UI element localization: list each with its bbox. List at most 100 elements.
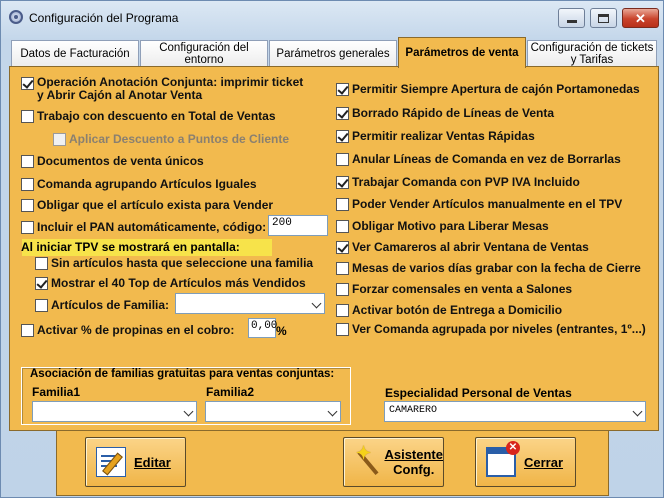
option-label: Forzar comensales en venta a Salones bbox=[352, 282, 573, 296]
familia2-label: Familia2 bbox=[206, 385, 255, 399]
chevron-down-icon bbox=[632, 406, 643, 417]
option-comanda-agrupando[interactable]: Comanda agrupando Artículos Iguales bbox=[21, 177, 257, 191]
option-right-6[interactable]: Obligar Motivo para Liberar Mesas bbox=[336, 219, 549, 233]
asistente-label-line1: Asistente bbox=[384, 447, 443, 462]
edit-icon bbox=[96, 447, 126, 477]
editar-label: Editar bbox=[134, 454, 171, 470]
tab-configuracion-tickets[interactable]: Configuración de tickets y Tarifas bbox=[527, 40, 657, 67]
pan-code-input[interactable]: 200 bbox=[268, 215, 328, 236]
checkbox[interactable] bbox=[336, 83, 349, 96]
option-right-1[interactable]: Borrado Rápido de Líneas de Venta bbox=[336, 106, 554, 120]
checkbox[interactable] bbox=[336, 262, 349, 275]
checkbox[interactable] bbox=[336, 153, 349, 166]
asistente-label: Asistente Confg. bbox=[384, 447, 443, 477]
close-icon: ✕ bbox=[635, 10, 646, 26]
cerrar-label: Cerrar bbox=[524, 454, 564, 470]
option-right-10[interactable]: Activar botón de Entrega a Domicilio bbox=[336, 303, 562, 317]
tab-configuracion-entorno[interactable]: Configuración del entorno bbox=[140, 40, 268, 67]
checkbox[interactable] bbox=[336, 130, 349, 143]
checkbox[interactable] bbox=[336, 283, 349, 296]
option-articulos-familia[interactable]: Artículos de Familia: bbox=[35, 298, 169, 312]
parametros-venta-panel: Operación Anotación Conjunta: imprimir t… bbox=[9, 66, 659, 431]
option-right-3[interactable]: Anular Líneas de Comanda en vez de Borra… bbox=[336, 152, 621, 166]
checkbox[interactable] bbox=[21, 77, 34, 90]
option-right-2[interactable]: Permitir realizar Ventas Rápidas bbox=[336, 129, 535, 143]
checkbox[interactable] bbox=[336, 220, 349, 233]
option-label: Documentos de venta únicos bbox=[37, 154, 204, 168]
checkbox[interactable] bbox=[336, 176, 349, 189]
checkbox[interactable] bbox=[35, 277, 48, 290]
familias-group-title: Asociación de familias gratuitas para ve… bbox=[30, 368, 335, 380]
especialidad-select[interactable]: CAMARERO bbox=[384, 401, 646, 422]
option-label: Aplicar Descuento a Puntos de Cliente bbox=[69, 132, 290, 146]
checkbox[interactable] bbox=[21, 155, 34, 168]
maximize-icon bbox=[598, 13, 609, 23]
checkbox[interactable] bbox=[35, 299, 48, 312]
close-window-button[interactable]: ✕ bbox=[622, 8, 659, 28]
app-icon bbox=[9, 10, 23, 24]
option-label: Permitir realizar Ventas Rápidas bbox=[352, 129, 535, 143]
option-label: Borrado Rápido de Líneas de Venta bbox=[352, 106, 555, 120]
checkbox[interactable] bbox=[336, 107, 349, 120]
option-label: Mostrar el 40 Top de Artículos más Vendi… bbox=[51, 276, 306, 290]
option-trabajo-descuento[interactable]: Trabajo con descuento en Total de Ventas bbox=[21, 109, 276, 123]
checkbox[interactable] bbox=[21, 110, 34, 123]
checkbox[interactable] bbox=[336, 241, 349, 254]
option-label: Activar % de propinas en el cobro: bbox=[37, 323, 235, 337]
checkbox[interactable] bbox=[35, 257, 48, 270]
option-right-5[interactable]: Poder Vender Artículos manualmente en el… bbox=[336, 197, 622, 211]
tab-datos-facturacion[interactable]: Datos de Facturación bbox=[11, 40, 139, 67]
chevron-down-icon bbox=[311, 298, 322, 309]
cerrar-button[interactable]: Cerrar bbox=[475, 437, 576, 487]
option-label: Poder Vender Artículos manualmente en el… bbox=[352, 197, 623, 211]
option-obligar-articulo[interactable]: Obligar que el artículo exista para Vend… bbox=[21, 198, 273, 212]
option-operacion-conjunta[interactable]: Operación Anotación Conjunta: imprimir t… bbox=[21, 76, 311, 102]
percent-sign: % bbox=[276, 324, 287, 338]
checkbox[interactable] bbox=[336, 323, 349, 336]
window-title: Configuración del Programa bbox=[29, 11, 179, 25]
option-label: Sin artículos hasta que seleccione una f… bbox=[51, 256, 314, 270]
familia-select[interactable] bbox=[175, 293, 325, 314]
option-label: Operación Anotación Conjunta: imprimir t… bbox=[37, 75, 304, 102]
option-incluir-pan[interactable]: Incluir el PAN automáticamente, código: bbox=[21, 220, 266, 234]
option-right-7[interactable]: Ver Camareros al abrir Ventana de Ventas bbox=[336, 240, 589, 254]
option-documentos-unicos[interactable]: Documentos de venta únicos bbox=[21, 154, 204, 168]
option-right-0[interactable]: Permitir Siempre Apertura de cajón Porta… bbox=[336, 82, 640, 96]
option-right-11[interactable]: Ver Comanda agrupada por niveles (entran… bbox=[336, 322, 646, 336]
propinas-input[interactable]: 0,00 bbox=[248, 318, 277, 338]
minimize-icon bbox=[566, 19, 577, 23]
option-label: Mesas de varios días grabar con la fecha… bbox=[352, 261, 641, 275]
familia2-select[interactable] bbox=[205, 401, 341, 422]
tab-parametros-generales[interactable]: Parámetros generales bbox=[269, 40, 397, 67]
close-window-icon bbox=[486, 441, 520, 477]
option-right-9[interactable]: Forzar comensales en venta a Salones bbox=[336, 282, 572, 296]
editar-button[interactable]: Editar bbox=[85, 437, 186, 487]
checkbox[interactable] bbox=[21, 199, 34, 212]
option-label: Incluir el PAN automáticamente, código: bbox=[37, 220, 267, 234]
option-right-4[interactable]: Trabajar Comanda con PVP IVA Incluido bbox=[336, 175, 580, 189]
asistente-button[interactable]: Asistente Confg. bbox=[343, 437, 444, 487]
checkbox[interactable] bbox=[21, 324, 34, 337]
title-bar: Configuración del Programa ✕ bbox=[1, 1, 663, 33]
minimize-button[interactable] bbox=[558, 8, 585, 28]
checkbox[interactable] bbox=[336, 304, 349, 317]
familia1-select[interactable] bbox=[32, 401, 197, 422]
option-label: Artículos de Familia: bbox=[51, 298, 170, 312]
option-label: Ver Comanda agrupada por niveles (entran… bbox=[352, 322, 646, 336]
asistente-label-line2: Confg. bbox=[393, 462, 435, 477]
checkbox[interactable] bbox=[21, 178, 34, 191]
option-label: Obligar que el artículo exista para Vend… bbox=[37, 198, 274, 212]
option-label: Obligar Motivo para Liberar Mesas bbox=[352, 219, 549, 233]
option-mostrar-top40[interactable]: Mostrar el 40 Top de Artículos más Vendi… bbox=[35, 276, 306, 290]
tab-strip: Datos de Facturación Configuración del e… bbox=[9, 37, 659, 68]
option-activar-propinas[interactable]: Activar % de propinas en el cobro: bbox=[21, 323, 234, 337]
option-label: Ver Camareros al abrir Ventana de Ventas bbox=[352, 240, 589, 254]
checkbox[interactable] bbox=[336, 198, 349, 211]
option-sin-articulos[interactable]: Sin artículos hasta que seleccione una f… bbox=[35, 256, 313, 270]
tab-parametros-venta[interactable]: Parámetros de venta bbox=[398, 37, 526, 68]
option-label: Anular Líneas de Comanda en vez de Borra… bbox=[352, 152, 621, 166]
checkbox[interactable] bbox=[21, 221, 34, 234]
option-label: Trabajo con descuento en Total de Ventas bbox=[37, 109, 276, 123]
option-right-8[interactable]: Mesas de varios días grabar con la fecha… bbox=[336, 261, 641, 275]
maximize-button[interactable] bbox=[590, 8, 617, 28]
